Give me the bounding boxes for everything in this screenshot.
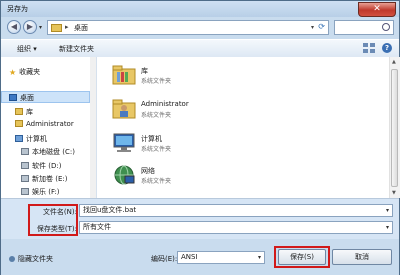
filetype-select[interactable]: 所有文件 ▾	[79, 221, 393, 234]
library-folder-icon	[112, 65, 136, 85]
user-folder-icon	[112, 99, 136, 119]
list-item[interactable]: Administrator 系统文件夹	[112, 97, 312, 123]
filetype-value: 所有文件	[83, 223, 111, 231]
user-folder-icon	[15, 120, 23, 127]
sidebar-item-drive-e[interactable]: 新加卷 (E:)	[21, 174, 67, 184]
computer-icon	[113, 133, 135, 152]
file-name: 网络	[141, 167, 155, 175]
search-input[interactable]	[334, 20, 394, 35]
view-options-icon[interactable]	[363, 43, 375, 53]
sidebar-item-label: 收藏夹	[19, 68, 41, 76]
address-dropdown-icon[interactable]: ▾	[311, 24, 314, 31]
scroll-thumb[interactable]	[391, 69, 398, 187]
sidebar-item-label: 本地磁盘 (C:)	[32, 148, 75, 156]
nav-scrollbar[interactable]	[90, 57, 96, 198]
navigation-pane: ★ 收藏夹 桌面 库 Administrator 计算机 本地磁盘 (C:) 软件…	[1, 57, 97, 198]
address-row: ◀ ▶ ▾ ▸ 桌面 ▾ ⟳	[1, 17, 399, 39]
recent-pages-dropdown-icon[interactable]: ▾	[39, 24, 42, 31]
sidebar-item-label: 软件 (D:)	[32, 162, 62, 170]
file-type: 系统文件夹	[141, 178, 172, 185]
filename-value: 找回u盘文件.bat	[83, 206, 137, 214]
sidebar-item-drive-d[interactable]: 软件 (D:)	[21, 161, 61, 171]
search-icon	[382, 23, 390, 31]
file-name: 库	[141, 67, 148, 75]
sidebar-item-label: 桌面	[20, 94, 34, 102]
library-icon	[15, 108, 23, 115]
file-name: 计算机	[141, 135, 162, 143]
sidebar-item-library[interactable]: 库	[15, 107, 33, 117]
file-type: 系统文件夹	[141, 78, 172, 85]
sidebar-item-label: 库	[26, 108, 33, 116]
file-name: Administrator	[141, 100, 189, 108]
list-item[interactable]: 网络 系统文件夹	[112, 163, 312, 189]
save-highlight-box	[274, 246, 330, 268]
folder-icon	[51, 24, 62, 32]
file-list: 库 系统文件夹 Administrator 系统文件夹 计算机 系统文件夹 网络…	[102, 57, 388, 198]
drive-icon	[21, 162, 29, 169]
help-icon[interactable]: ?	[382, 43, 392, 53]
list-item[interactable]: 计算机 系统文件夹	[112, 131, 312, 157]
encoding-label: 编码(E):	[151, 255, 178, 263]
cancel-button[interactable]: 取消	[332, 249, 392, 265]
address-bar[interactable]: ▸ 桌面 ▾ ⟳	[47, 20, 329, 35]
sidebar-item-desktop[interactable]: 桌面	[9, 93, 34, 103]
drive-icon	[21, 175, 29, 182]
window-title: 另存为	[7, 5, 28, 13]
file-type: 系统文件夹	[141, 112, 172, 119]
drive-icon	[21, 188, 29, 195]
new-folder-button[interactable]: 新建文件夹	[59, 44, 94, 54]
encoding-value: ANSI	[181, 253, 198, 261]
collapse-icon	[9, 256, 15, 262]
network-icon	[114, 165, 135, 185]
save-as-dialog: 另存为 ✕ ◀ ▶ ▾ ▸ 桌面 ▾ ⟳ 组织 ▾ 新建文件夹 ? ★收藏夹	[0, 0, 400, 275]
sidebar-item-favorites[interactable]: ★ 收藏夹	[9, 67, 40, 77]
sidebar-item-drive-f[interactable]: 娱乐 (F:)	[21, 187, 60, 197]
file-list-scrollbar[interactable]: ▲ ▼	[389, 57, 400, 198]
filename-field[interactable]: 找回u盘文件.bat ▾	[79, 204, 393, 217]
scroll-up-icon[interactable]: ▲	[392, 59, 396, 65]
refresh-icon[interactable]: ⟳	[318, 22, 325, 31]
chevron-down-icon[interactable]: ▾	[386, 222, 389, 233]
encoding-select[interactable]: ANSI ▾	[177, 251, 265, 264]
hide-folders-toggle[interactable]: 隐藏文件夹	[9, 254, 53, 264]
sidebar-item-label: Administrator	[26, 120, 74, 128]
list-item[interactable]: 库 系统文件夹	[112, 63, 312, 89]
sidebar-item-label: 新加卷 (E:)	[32, 175, 68, 183]
star-icon: ★	[9, 68, 17, 77]
breadcrumb-desktop[interactable]: 桌面	[74, 23, 88, 33]
drive-icon	[21, 148, 29, 155]
file-type: 系统文件夹	[141, 146, 172, 153]
breadcrumb-separator[interactable]: ▸	[65, 23, 69, 31]
forward-button[interactable]: ▶	[23, 20, 37, 34]
sidebar-item-administrator[interactable]: Administrator	[15, 120, 74, 128]
sidebar-item-computer[interactable]: 计算机	[15, 134, 47, 144]
close-button[interactable]: ✕	[358, 2, 396, 17]
sidebar-item-label: 娱乐 (F:)	[32, 188, 60, 196]
browser-area: ★ 收藏夹 桌面 库 Administrator 计算机 本地磁盘 (C:) 软件…	[1, 57, 400, 199]
organize-menu[interactable]: 组织 ▾	[17, 44, 37, 54]
toolbar: 组织 ▾ 新建文件夹 ?	[1, 39, 399, 58]
title-bar: 另存为 ✕	[1, 1, 399, 17]
hide-folders-label: 隐藏文件夹	[18, 255, 53, 263]
scroll-down-icon[interactable]: ▼	[392, 190, 396, 196]
dialog-footer: 隐藏文件夹 编码(E): ANSI ▾ 保存(S) 取消	[1, 239, 399, 275]
sidebar-item-label: 计算机	[26, 135, 47, 143]
sidebar-item-drive-c[interactable]: 本地磁盘 (C:)	[21, 147, 75, 157]
chevron-down-icon[interactable]: ▾	[258, 252, 261, 263]
chevron-down-icon[interactable]: ▾	[386, 205, 389, 216]
labels-highlight-box	[28, 204, 78, 236]
back-button[interactable]: ◀	[7, 20, 21, 34]
desktop-icon	[9, 94, 17, 101]
computer-icon	[15, 135, 23, 142]
